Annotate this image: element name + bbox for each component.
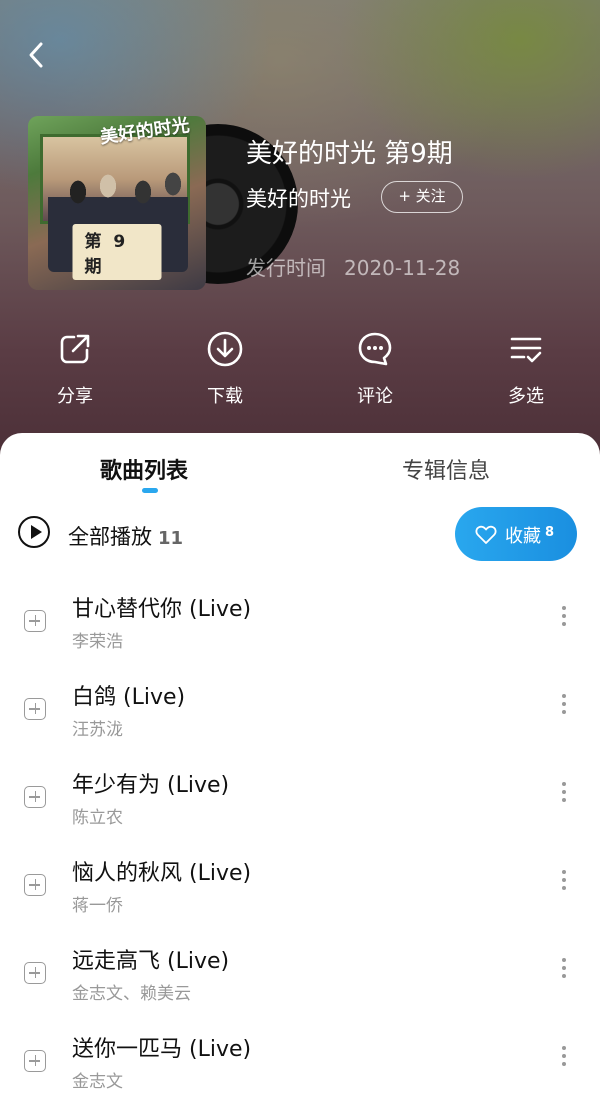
more-options-icon[interactable]	[552, 689, 576, 719]
collect-label: 收藏	[505, 526, 541, 547]
download-button[interactable]: 下载	[180, 330, 270, 408]
song-row[interactable]: 年少有为 (Live) 陈立农	[0, 765, 600, 853]
multi-select-icon	[510, 337, 542, 363]
more-options-icon[interactable]	[552, 1041, 576, 1071]
back-button[interactable]	[22, 40, 52, 70]
album-header: 美好的时光 第 9 期 美好的时光 第9期 美好的时光 + 关注 发行时间 202…	[0, 0, 600, 470]
tab-album-info[interactable]: 专辑信息	[402, 453, 490, 485]
song-row[interactable]: 恼人的秋风 (Live) 蒋一侨	[0, 853, 600, 941]
release-label: 发行时间	[246, 256, 326, 280]
song-artist: 李荣浩	[72, 632, 123, 652]
more-options-icon[interactable]	[552, 777, 576, 807]
collect-count: 8	[545, 525, 555, 540]
heart-icon	[475, 525, 497, 544]
release-date: 2020-11-28	[344, 256, 461, 280]
song-artist: 金志文	[72, 1072, 123, 1092]
download-icon	[207, 331, 243, 367]
download-label: 下载	[207, 386, 243, 407]
song-title: 恼人的秋风 (Live)	[72, 861, 252, 886]
song-row[interactable]: 送你一匹马 (Live) 金志文	[0, 1029, 600, 1117]
song-title: 远走高飞 (Live)	[72, 949, 230, 974]
multi-select-button[interactable]: 多选	[481, 330, 571, 408]
more-options-icon[interactable]	[552, 601, 576, 631]
tab-indicator	[142, 488, 158, 493]
release-info: 发行时间 2020-11-28	[246, 252, 460, 281]
song-artist: 金志文、赖美云	[72, 984, 191, 1004]
song-title: 白鸽 (Live)	[72, 685, 186, 710]
add-song-icon[interactable]	[24, 698, 46, 720]
chevron-left-icon	[29, 42, 43, 68]
song-row[interactable]: 甘心替代你 (Live) 李荣浩	[0, 589, 600, 677]
song-count: 11	[158, 528, 184, 549]
multi-select-label: 多选	[508, 386, 544, 407]
comment-label: 评论	[357, 386, 393, 407]
add-song-icon[interactable]	[24, 962, 46, 984]
add-song-icon[interactable]	[24, 786, 46, 808]
play-all-label: 全部播放	[68, 525, 152, 549]
follow-button[interactable]: + 关注	[381, 181, 463, 213]
song-row[interactable]: 远走高飞 (Live) 金志文、赖美云	[0, 941, 600, 1029]
tab-song-list[interactable]: 歌曲列表	[100, 453, 188, 485]
add-song-icon[interactable]	[24, 874, 46, 896]
share-label: 分享	[57, 386, 93, 407]
collect-button[interactable]: 收藏 8	[455, 507, 577, 561]
song-title: 甘心替代你 (Live)	[72, 597, 252, 622]
comment-button[interactable]: 评论	[330, 330, 420, 408]
add-song-icon[interactable]	[24, 610, 46, 632]
play-all-text: 全部播放 11	[68, 521, 183, 551]
comment-icon	[358, 332, 392, 366]
share-button[interactable]: 分享	[30, 330, 120, 408]
more-options-icon[interactable]	[552, 865, 576, 895]
play-icon	[18, 516, 50, 548]
album-title: 美好的时光 第9期	[246, 139, 453, 169]
song-artist: 汪苏泷	[72, 720, 123, 740]
add-song-icon[interactable]	[24, 1050, 46, 1072]
share-icon	[60, 334, 90, 364]
song-list-panel: 歌曲列表 专辑信息 全部播放 11 收藏 8 甘心替代你 (Live) 李荣浩 白…	[0, 433, 600, 1108]
cover-art: 美好的时光 第 9 期	[28, 116, 206, 290]
song-artist: 陈立农	[72, 808, 123, 828]
cover-episode-badge: 第 9 期	[72, 224, 162, 280]
album-cover[interactable]: 美好的时光 第 9 期	[28, 116, 298, 290]
song-artist: 蒋一侨	[72, 896, 123, 916]
album-artist[interactable]: 美好的时光	[246, 183, 351, 213]
song-row[interactable]: 白鸽 (Live) 汪苏泷	[0, 677, 600, 765]
more-options-icon[interactable]	[552, 953, 576, 983]
song-title: 送你一匹马 (Live)	[72, 1037, 252, 1062]
song-title: 年少有为 (Live)	[72, 773, 230, 798]
